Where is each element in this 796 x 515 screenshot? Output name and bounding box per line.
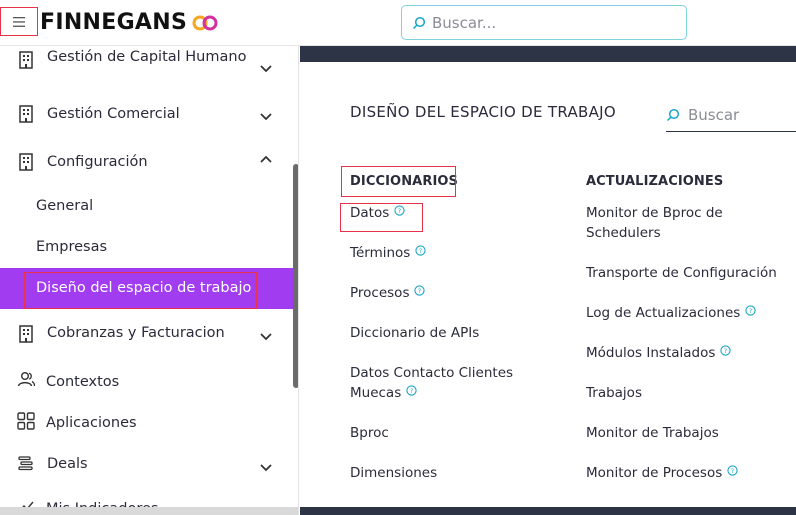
link-monitor-trabajos[interactable]: Monitor de Trabajos [586, 423, 719, 443]
sidebar-item-configuracion[interactable]: Configuración [0, 150, 294, 174]
chevron-down-icon[interactable] [259, 112, 273, 122]
hamburger-menu-button[interactable] [0, 7, 38, 36]
sidebar-item-label: Configuración [47, 154, 148, 170]
link-label: Monitor de Bproc de Schedulers [586, 205, 723, 241]
svg-text:?: ? [419, 247, 422, 255]
link-label: Monitor de Trabajos [586, 425, 719, 441]
help-icon[interactable]: ? [414, 285, 426, 296]
sidebar-item-cobranzas[interactable]: Cobranzas y Facturacion [0, 322, 294, 346]
logo-mark-icon [192, 15, 218, 30]
sidebar-subitem-general[interactable]: General [36, 198, 93, 214]
chevron-down-icon[interactable] [259, 463, 273, 473]
chevron-down-icon[interactable] [259, 332, 273, 342]
svg-text:?: ? [749, 307, 752, 315]
finnegans-logo[interactable]: FINNEGANS [40, 10, 219, 35]
link-diccionario-apis[interactable]: Diccionario de APIs [350, 323, 479, 343]
page-title: DISEÑO DEL ESPACIO DE TRABAJO [350, 103, 616, 121]
sidebar-subitem-diseno-label: Diseño del espacio de trabajo [36, 280, 252, 296]
main-panel: DISEÑO DEL ESPACIO DE TRABAJO DICCIONARI… [300, 46, 796, 515]
logo-text: FINNEGANS [40, 10, 188, 35]
sidebar-item-label: Gestión Comercial [47, 106, 180, 122]
chevron-up-icon[interactable] [259, 154, 273, 164]
hamburger-icon [13, 16, 25, 27]
search-icon [412, 16, 426, 29]
link-label: Datos Contacto Clientes Muecas [350, 365, 514, 401]
global-search-box[interactable] [401, 5, 687, 40]
svg-text:?: ? [410, 387, 413, 395]
svg-text:?: ? [724, 347, 727, 355]
grid-icon [17, 412, 35, 430]
link-label: Módulos Instalados [586, 345, 716, 361]
sidebar-item-label: Aplicaciones [46, 415, 137, 431]
building-icon [19, 153, 33, 171]
link-terminos[interactable]: Términos? [350, 243, 426, 263]
workspace-search-input[interactable] [688, 105, 788, 124]
link-label: Log de Actualizaciones [586, 305, 741, 321]
highlight-box [341, 166, 456, 197]
link-log-actualizaciones[interactable]: Log de Actualizaciones? [586, 303, 756, 323]
link-transporte-configuracion[interactable]: Transporte de Configuración [586, 263, 777, 283]
link-monitor-bproc-schedulers[interactable]: Monitor de Bproc de Schedulers [586, 203, 746, 243]
help-icon[interactable]: ? [406, 385, 417, 396]
svg-text:?: ? [731, 467, 734, 475]
global-search-input[interactable] [432, 13, 672, 32]
link-label: Dimensiones [350, 465, 438, 481]
sidebar-item-label: Contextos [46, 374, 120, 390]
sidebar-item-label: Gestión de Capital Humano [47, 49, 247, 65]
workspace-search-box[interactable] [666, 98, 796, 132]
sidebar-item-label: Deals [47, 456, 88, 472]
sidebar-item-label: Cobranzas y Facturacion [47, 325, 225, 341]
sidebar-item-capital-humano[interactable]: Gestión de Capital Humano [0, 46, 294, 88]
building-icon [19, 51, 33, 69]
link-label: Transporte de Configuración [586, 265, 777, 281]
link-procesos[interactable]: Procesos? [350, 283, 426, 303]
link-label: Diccionario de APIs [350, 325, 480, 341]
link-modulos-instalados[interactable]: Módulos Instalados? [586, 343, 732, 363]
sidebar-scrollbar[interactable] [293, 164, 298, 388]
link-monitor-procesos[interactable]: Monitor de Procesos? [586, 463, 738, 483]
help-icon[interactable]: ? [415, 245, 426, 256]
sidebar-subitem-empresas[interactable]: Empresas [36, 239, 107, 255]
help-icon[interactable]: ? [727, 465, 738, 476]
bottom-band [300, 507, 796, 515]
building-icon [19, 105, 33, 123]
sidebar-item-contextos[interactable]: Contextos [0, 370, 294, 394]
top-bar: FINNEGANS [0, 0, 796, 46]
stack-icon [18, 456, 33, 471]
top-band [300, 46, 796, 62]
link-dimensiones[interactable]: Dimensiones [350, 463, 437, 483]
link-label: Monitor de Procesos [586, 465, 723, 481]
users-icon [17, 372, 36, 387]
building-icon [19, 325, 33, 343]
svg-text:?: ? [418, 287, 421, 295]
link-bproc[interactable]: Bproc [350, 423, 389, 443]
link-label: Trabajos [586, 385, 642, 401]
help-icon[interactable]: ? [720, 345, 732, 356]
help-icon[interactable]: ? [745, 305, 756, 316]
sidebar: Gestión de Capital Humano Gestión Comerc… [0, 46, 299, 515]
sidebar-item-aplicaciones[interactable]: Aplicaciones [0, 411, 294, 435]
sidebar-item-gestion-comercial[interactable]: Gestión Comercial [0, 102, 294, 126]
link-label: Procesos [350, 285, 410, 301]
search-icon [666, 108, 680, 121]
sidebar-horizontal-scrollbar[interactable] [0, 507, 298, 515]
link-trabajos[interactable]: Trabajos [586, 383, 642, 403]
section-heading-actualizaciones: ACTUALIZACIONES [586, 174, 724, 189]
chevron-down-icon[interactable] [259, 64, 273, 74]
link-datos-contacto-clientes[interactable]: Datos Contacto Clientes Muecas? [350, 363, 530, 403]
link-label: Términos [350, 245, 411, 261]
highlight-box [340, 203, 423, 232]
sidebar-item-deals[interactable]: Deals [0, 453, 294, 477]
link-label: Bproc [350, 425, 389, 441]
